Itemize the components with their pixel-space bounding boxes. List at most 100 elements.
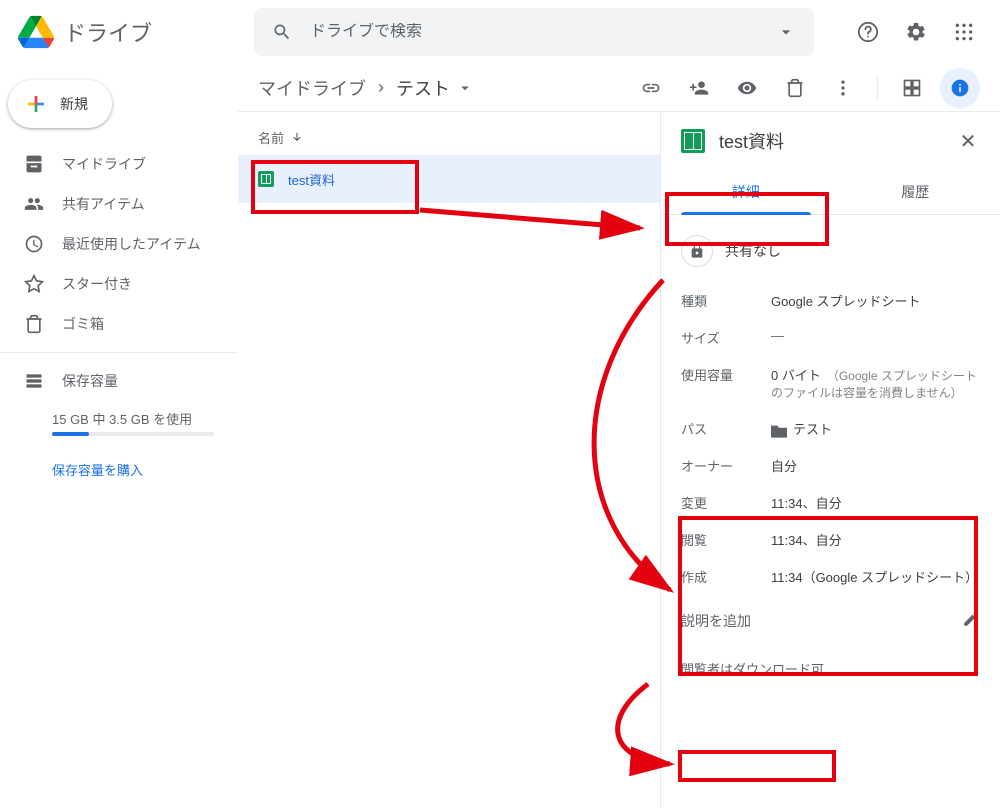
storage-icon [24,371,44,391]
storage-bar [52,432,214,436]
prop-used-label: 使用容量 [681,365,771,401]
nav-label: スター付き [62,274,132,294]
content-body: 名前 test資料 test資料 ✕ 詳細 履歴 [238,112,1000,808]
nav-label: 保存容量 [62,371,118,391]
prop-used-value: 0 バイト（Google スプレッドシートのファイルは容量を消費しません） [771,365,980,401]
more-icon[interactable] [823,68,863,108]
file-row[interactable]: test資料 [238,155,660,203]
prop-size-label: サイズ [681,328,771,347]
arrow-down-icon [290,131,304,145]
prop-viewed-value: 11:34、自分 [771,530,842,549]
viewer-download-text: 閲覧者はダウンロード可 [681,659,980,678]
sidebar-item-trash[interactable]: ゴミ箱 [0,304,238,344]
lock-icon [681,235,713,267]
prop-path-label: パス [681,419,771,438]
tab-details[interactable]: 詳細 [661,170,831,214]
prop-size-value: — [771,328,784,347]
preview-icon[interactable] [727,68,767,108]
sidebar-item-shared[interactable]: 共有アイテム [0,184,238,224]
breadcrumb-root[interactable]: マイドライブ [254,71,370,105]
sidebar-item-recent[interactable]: 最近使用したアイテム [0,224,238,264]
shared-icon [24,194,44,214]
search-bar[interactable] [254,8,814,56]
prop-owner-label: オーナー [681,456,771,475]
toolbar-actions [631,68,980,108]
new-button[interactable]: 新規 [8,80,112,128]
share-status-row: 共有なし [681,235,980,267]
chevron-right-icon: › [378,77,384,98]
help-icon[interactable] [848,12,888,52]
toolbar: マイドライブ › テスト [238,64,1000,112]
column-header-name[interactable]: 名前 [238,120,660,155]
prop-type-value: Google スプレッドシート [771,291,921,310]
chevron-down-icon [456,79,474,97]
nav-label: ゴミ箱 [62,314,104,334]
search-input[interactable] [310,23,758,41]
nav-label: 共有アイテム [62,194,145,214]
details-panel: test資料 ✕ 詳細 履歴 共有なし 種類Google スプレッドシート サイ… [660,112,1000,808]
tab-history-label: 履歴 [901,184,929,200]
app-header: ドライブ [0,0,1000,64]
prop-modified-label: 変更 [681,493,771,512]
info-icon[interactable] [940,68,980,108]
trash-icon [24,314,44,334]
header-actions [848,12,984,52]
prop-created-label: 作成 [681,567,771,586]
settings-icon[interactable] [896,12,936,52]
main: 新規 マイドライブ 共有アイテム 最近使用したアイテム スター付き ゴミ箱 保存… [0,64,1000,808]
content-area: マイドライブ › テスト 名前 [238,64,1000,808]
prop-owner-value: 自分 [771,456,797,475]
delete-icon[interactable] [775,68,815,108]
toolbar-divider [877,76,878,100]
sheets-file-icon [681,129,705,153]
prop-type-label: 種類 [681,291,771,310]
storage-usage-text: 15 GB 中 3.5 GB を使用 [52,409,238,428]
details-header: test資料 ✕ [681,128,980,154]
app-title: ドライブ [64,16,152,48]
tab-history[interactable]: 履歴 [831,170,1000,214]
recent-icon [24,234,44,254]
description-row[interactable]: 説明を追加 [681,610,980,631]
prop-created-value: 11:34（Google スプレッドシート） [771,567,978,586]
share-status-text: 共有なし [725,241,781,261]
details-title: test資料 [719,128,942,154]
buy-storage-link[interactable]: 保存容量を購入 [52,460,238,479]
sidebar-item-mydrive[interactable]: マイドライブ [0,144,238,184]
grid-view-icon[interactable] [892,68,932,108]
apps-icon[interactable] [944,12,984,52]
file-name: test資料 [288,170,335,189]
nav-label: マイドライブ [62,154,146,174]
drive-logo-icon[interactable] [16,12,56,52]
breadcrumb-current-label: テスト [396,75,450,101]
mydrive-icon [24,154,44,174]
tab-details-label: 詳細 [732,184,760,200]
col-name-label: 名前 [258,128,284,147]
description-placeholder: 説明を追加 [681,611,751,631]
close-icon[interactable]: ✕ [956,129,980,153]
logo-area: ドライブ [16,12,254,52]
prop-modified-value: 11:34、自分 [771,493,842,512]
sidebar-item-storage[interactable]: 保存容量 [0,361,238,401]
new-button-label: 新規 [60,94,88,114]
folder-icon [771,424,787,438]
search-dropdown-icon[interactable] [766,12,806,52]
sidebar-item-starred[interactable]: スター付き [0,264,238,304]
sidebar: 新規 マイドライブ 共有アイテム 最近使用したアイテム スター付き ゴミ箱 保存… [0,64,238,808]
search-icon[interactable] [262,12,302,52]
storage-fill [52,432,89,436]
edit-pencil-icon[interactable] [962,610,980,631]
sheets-file-icon [258,171,274,187]
nav-label: 最近使用したアイテム [62,234,201,254]
link-icon[interactable] [631,68,671,108]
prop-path-value[interactable]: テスト [771,419,832,438]
prop-viewed-label: 閲覧 [681,530,771,549]
share-person-icon[interactable] [679,68,719,108]
star-icon [24,274,44,294]
sidebar-divider [0,352,238,353]
plus-icon [24,92,48,116]
details-tabs: 詳細 履歴 [661,170,1000,215]
breadcrumb: マイドライブ › テスト [254,71,478,105]
breadcrumb-current[interactable]: テスト [392,71,478,105]
file-list: 名前 test資料 [238,112,660,808]
properties-list: 種類Google スプレッドシート サイズ— 使用容量0 バイト（Google … [681,291,980,586]
